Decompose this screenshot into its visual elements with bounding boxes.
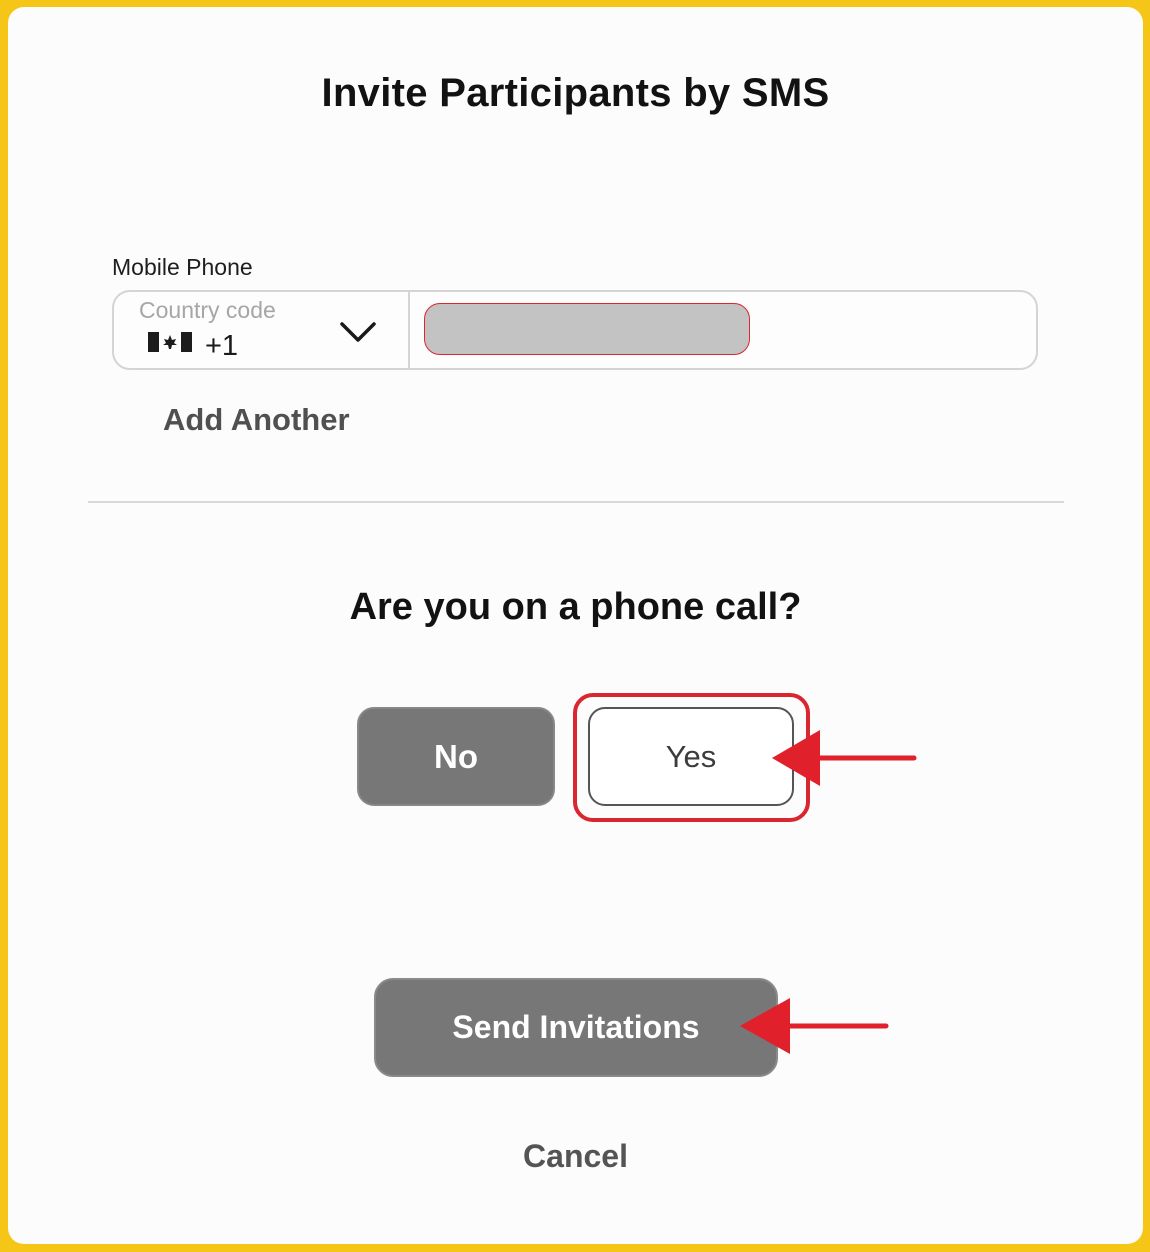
- phone-number-input-redacted[interactable]: [424, 303, 750, 355]
- chevron-down-icon[interactable]: [339, 320, 377, 344]
- add-another-link[interactable]: Add Another: [163, 402, 350, 438]
- phone-call-question: Are you on a phone call?: [349, 586, 802, 628]
- send-invitations-button[interactable]: Send Invitations: [374, 978, 778, 1077]
- country-code-value: +1: [205, 330, 239, 362]
- canada-flag-icon: [148, 332, 192, 352]
- divider: [88, 501, 1064, 503]
- no-button[interactable]: No: [357, 707, 555, 806]
- yes-button[interactable]: Yes: [588, 707, 794, 806]
- arrow-to-yes-icon: [772, 730, 917, 786]
- mobile-phone-label: Mobile Phone: [112, 254, 253, 280]
- country-code-select[interactable]: Country code +1: [114, 292, 410, 368]
- mobile-phone-field: Country code +1: [112, 290, 1038, 370]
- invite-dialog: Invite Participants by SMS Mobile Phone …: [8, 7, 1143, 1244]
- arrow-to-send-icon: [740, 998, 889, 1054]
- dialog-title: Invite Participants by SMS: [321, 71, 830, 115]
- country-code-placeholder: Country code: [139, 297, 276, 323]
- cancel-button[interactable]: Cancel: [8, 1138, 1143, 1175]
